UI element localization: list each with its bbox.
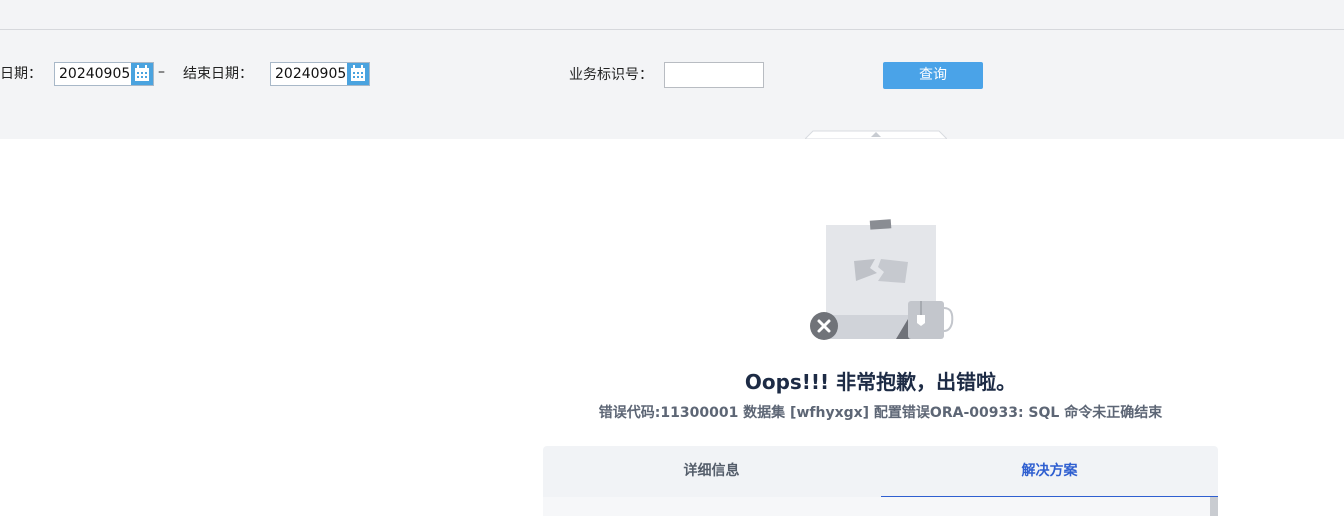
end-date-label: 结束日期： xyxy=(183,66,253,82)
business-id-input[interactable] xyxy=(664,62,764,88)
start-date-label: 日期： xyxy=(0,66,42,82)
collapse-handle-icon[interactable] xyxy=(805,130,947,139)
query-button[interactable]: 查询 xyxy=(883,62,983,89)
end-date-value: 20240905 xyxy=(275,66,347,82)
broken-page-illustration xyxy=(810,219,954,340)
end-date-field[interactable]: 20240905 xyxy=(270,62,370,86)
tab-content xyxy=(543,497,1218,516)
error-message: 错误代码:11300001 数据集 [wfhyxgx] 配置错误ORA-0093… xyxy=(598,405,1163,421)
tab-solution[interactable]: 解决方案 xyxy=(881,446,1218,498)
tab-details[interactable]: 详细信息 xyxy=(543,446,880,497)
error-tabs: 详细信息 解决方案 xyxy=(543,446,1218,498)
top-toolbar xyxy=(0,0,1344,30)
calendar-icon[interactable] xyxy=(347,63,369,85)
start-date-value: 20240905 xyxy=(59,66,131,82)
business-id-label: 业务标识号： xyxy=(569,67,653,83)
date-range-separator: – xyxy=(158,64,165,80)
scrollbar[interactable] xyxy=(1210,497,1218,516)
start-date-field[interactable]: 20240905 xyxy=(54,62,154,86)
error-title: Oops!!! 非常抱歉，出错啦。 xyxy=(744,370,1017,394)
calendar-icon[interactable] xyxy=(131,63,153,85)
